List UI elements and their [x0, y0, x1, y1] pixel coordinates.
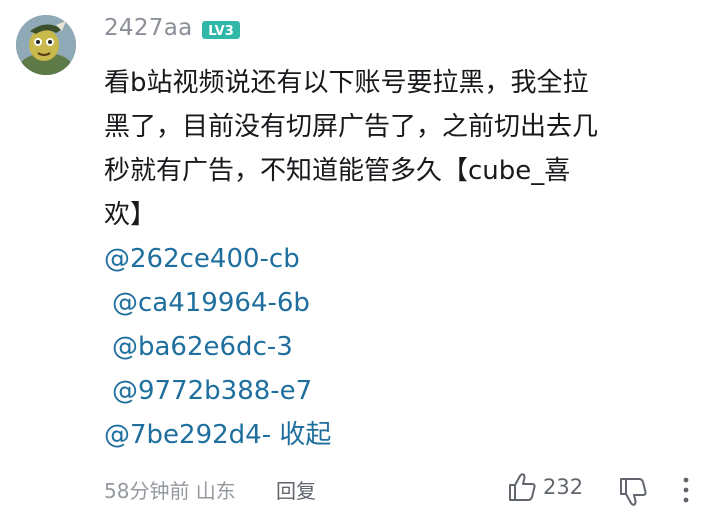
comment-line: 欢】 [104, 200, 157, 230]
mention-link[interactable]: @ba62e6dc-3 [104, 325, 684, 369]
more-vertical-icon [683, 477, 689, 503]
dislike-button[interactable] [615, 473, 651, 509]
comment-line: 秒就有广告，不知道能管多久【cube_喜 [104, 156, 571, 186]
mention-link[interactable]: @ca419964-6b [104, 281, 684, 325]
level-badge-icon: LV3 [202, 21, 240, 39]
mention-row: @7be292d4- 收起 [104, 413, 684, 457]
collapse-button[interactable]: 收起 [279, 420, 331, 450]
username[interactable]: 2427aa [104, 15, 193, 41]
comment-body: 看b站视频说还有以下账号要拉黑，我全拉 黑了，目前没有切屏广告了，之前切出去几 … [104, 61, 684, 457]
mention-link[interactable]: @262ce400-cb [104, 237, 684, 281]
comment-time-location: 58分钟前 山东 [104, 479, 236, 503]
avatar-image [16, 15, 76, 75]
like-count: 232 [543, 475, 584, 499]
comment-line: 黑了，目前没有切屏广告了，之前切出去几 [104, 112, 599, 142]
thumbs-up-icon [509, 473, 536, 501]
like-button[interactable] [504, 470, 540, 506]
avatar[interactable] [16, 15, 76, 75]
level-badge-text: LV3 [208, 24, 234, 39]
thumbs-down-icon [620, 478, 647, 506]
mention-link[interactable]: @9772b388-e7 [104, 369, 684, 413]
comment-line: 看b站视频说还有以下账号要拉黑，我全拉 [104, 68, 589, 98]
more-button[interactable] [676, 473, 696, 507]
mention-link[interactable]: @7be292d4- [104, 420, 271, 450]
reply-button[interactable]: 回复 [276, 475, 316, 504]
